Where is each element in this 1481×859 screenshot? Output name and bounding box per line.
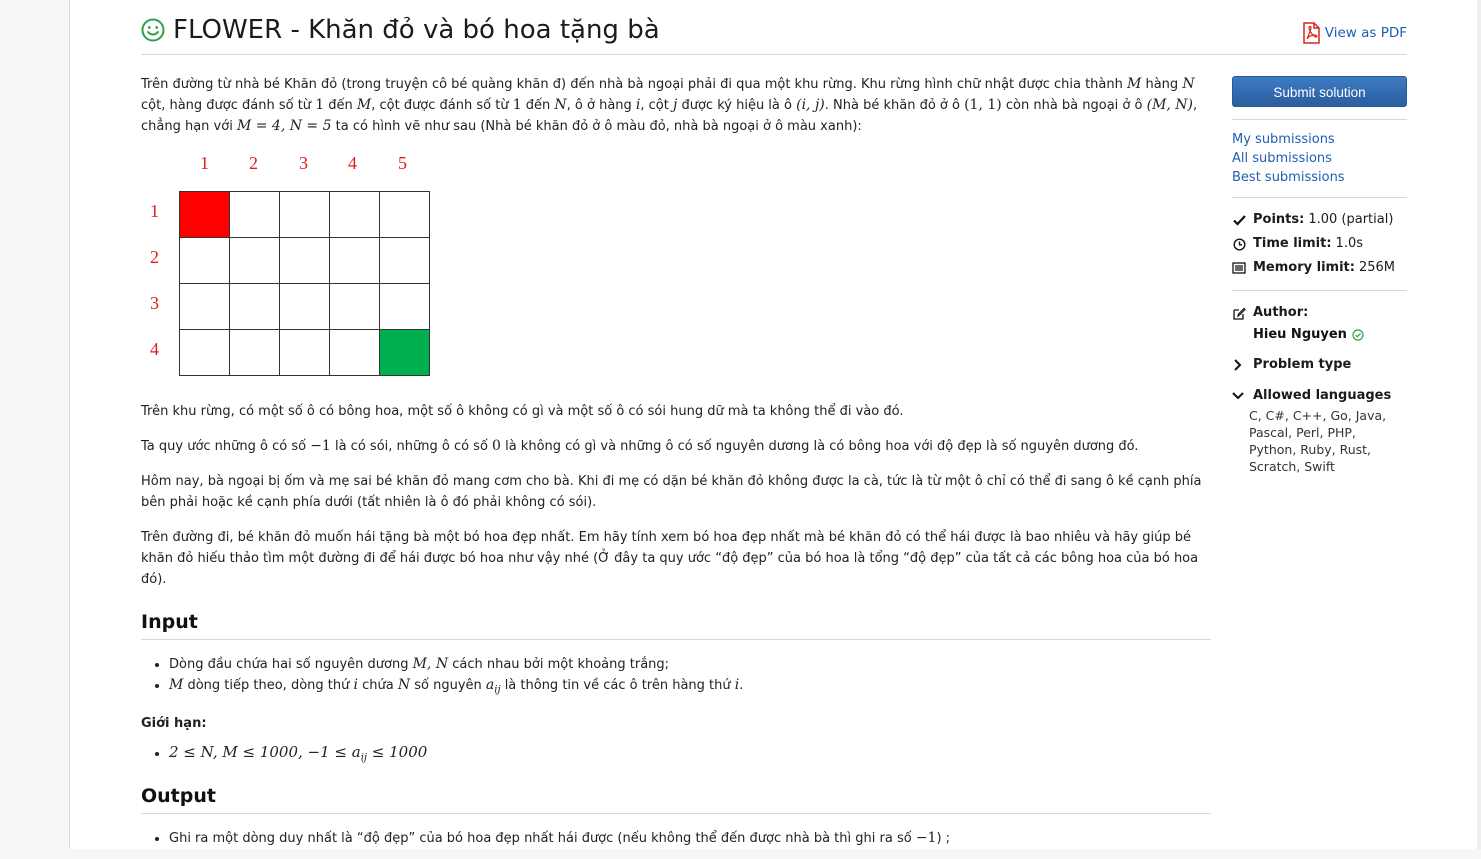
time-limit-info: Time limit: 1.0s — [1232, 232, 1407, 256]
grid-cell — [279, 329, 330, 376]
grid-row-label: 4 — [150, 339, 159, 359]
all-submissions-link[interactable]: All submissions — [1232, 149, 1407, 168]
grid-col-label: 1 — [200, 153, 209, 173]
grid-row-label: 3 — [150, 293, 159, 313]
my-submissions-link[interactable]: My submissions — [1232, 130, 1407, 149]
allowed-languages-list: C, C#, C++, Go, Java, Pascal, Perl, PHP,… — [1249, 408, 1387, 474]
output-heading: Output — [141, 786, 1211, 815]
input-heading: Input — [141, 612, 1211, 640]
problem-type-toggle[interactable]: Problem type — [1232, 354, 1407, 376]
list-item: Dòng đầu chứa hai số nguyên dương M, N c… — [169, 654, 1211, 675]
problem-statement: Trên đường từ nhà bé Khăn đỏ (trong truy… — [141, 74, 1211, 859]
clock-icon — [1232, 237, 1246, 251]
grid-cell — [279, 191, 330, 238]
limits-label: Giới hạn: — [141, 715, 207, 731]
grid-col-label: 3 — [299, 153, 308, 173]
divider — [1232, 197, 1407, 198]
view-pdf-link[interactable]: View as PDF — [1301, 22, 1407, 44]
list-item: 2 ≤ N, M ≤ 1000, −1 ≤ aij ≤ 1000 — [169, 742, 1211, 769]
problem-header: FLOWER - Khăn đỏ và bó hoa tặng bà View … — [141, 12, 1407, 55]
statement-paragraph-2: Trên khu rừng, có một số ô có bông hoa, … — [141, 404, 904, 419]
grid-cell — [379, 191, 430, 238]
page: FLOWER - Khăn đỏ và bó hoa tặng bà View … — [69, 0, 1481, 849]
grid-cell — [379, 283, 430, 330]
statement-paragraph-5: Trên đường đi, bé khăn đỏ muốn hái tặng … — [141, 530, 1199, 587]
grid-col-label: 5 — [398, 153, 407, 173]
allowed-languages-toggle[interactable]: Allowed languages — [1232, 385, 1407, 407]
grid-cell — [179, 283, 230, 330]
grid-cell — [229, 191, 280, 238]
forest-grid — [179, 191, 430, 376]
grid-cell — [279, 237, 330, 284]
grid-row-label: 1 — [150, 201, 159, 221]
input-list: Dòng đầu chứa hai số nguyên dương M, N c… — [141, 654, 1211, 701]
submit-solution-button[interactable]: Submit solution — [1232, 76, 1407, 107]
chevron-down-icon — [1232, 391, 1246, 401]
grid-col-label: 4 — [348, 153, 357, 173]
author-link[interactable]: Hieu Nguyen — [1253, 325, 1347, 345]
verified-icon — [1352, 329, 1364, 341]
author-info: Author: — [1232, 301, 1407, 325]
grid-cell — [279, 283, 330, 330]
divider — [1232, 290, 1407, 291]
output-list: Ghi ra một dòng duy nhất là “độ đẹp” của… — [141, 828, 1211, 849]
page-title: FLOWER - Khăn đỏ và bó hoa tặng bà — [173, 15, 660, 45]
list-item: Ghi ra một dòng duy nhất là “độ đẹp” của… — [169, 828, 1211, 849]
grid-cell — [179, 329, 230, 376]
grid-cell — [229, 283, 280, 330]
check-icon — [1232, 213, 1246, 227]
forest-grid-figure: 1 2 3 4 5 1 2 3 4 — [141, 151, 441, 387]
grid-cell-start — [179, 191, 230, 238]
best-submissions-link[interactable]: Best submissions — [1232, 168, 1407, 187]
memory-limit-info: Memory limit: 256M — [1232, 256, 1407, 280]
scrollbar[interactable] — [1477, 0, 1481, 849]
grid-cell — [179, 237, 230, 284]
smiley-icon — [141, 18, 165, 42]
memory-icon — [1232, 261, 1246, 275]
limits-list: 2 ≤ N, M ≤ 1000, −1 ≤ aij ≤ 1000 — [141, 742, 1211, 769]
grid-cell-end — [379, 329, 430, 376]
problem-sidebar: Submit solution My submissions All submi… — [1232, 76, 1407, 475]
grid-col-label: 2 — [249, 153, 258, 173]
chevron-right-icon — [1232, 359, 1246, 371]
divider — [1232, 119, 1407, 120]
statement-paragraph-4: Hôm nay, bà ngoại bị ốm và mẹ sai bé khă… — [141, 474, 1202, 510]
points-info: Points: 1.00 (partial) — [1232, 208, 1407, 232]
grid-cell — [379, 237, 430, 284]
grid-cell — [329, 283, 380, 330]
grid-cell — [229, 329, 280, 376]
statement-paragraph-1: Trên đường từ nhà bé Khăn đỏ (trong truy… — [141, 76, 1198, 134]
grid-cell — [329, 329, 380, 376]
grid-cell — [329, 237, 380, 284]
statement-paragraph-3: Ta quy ước những ô có số −1 là có sói, n… — [141, 438, 1139, 454]
list-item: M dòng tiếp theo, dòng thứ i chứa N số n… — [169, 675, 1211, 701]
pdf-icon — [1303, 22, 1320, 44]
view-pdf-label: View as PDF — [1324, 25, 1407, 41]
grid-cell — [229, 237, 280, 284]
grid-cell — [329, 191, 380, 238]
author-name-row: Hieu Nguyen — [1232, 325, 1407, 345]
grid-row-label: 2 — [150, 247, 159, 267]
edit-icon — [1232, 306, 1246, 320]
